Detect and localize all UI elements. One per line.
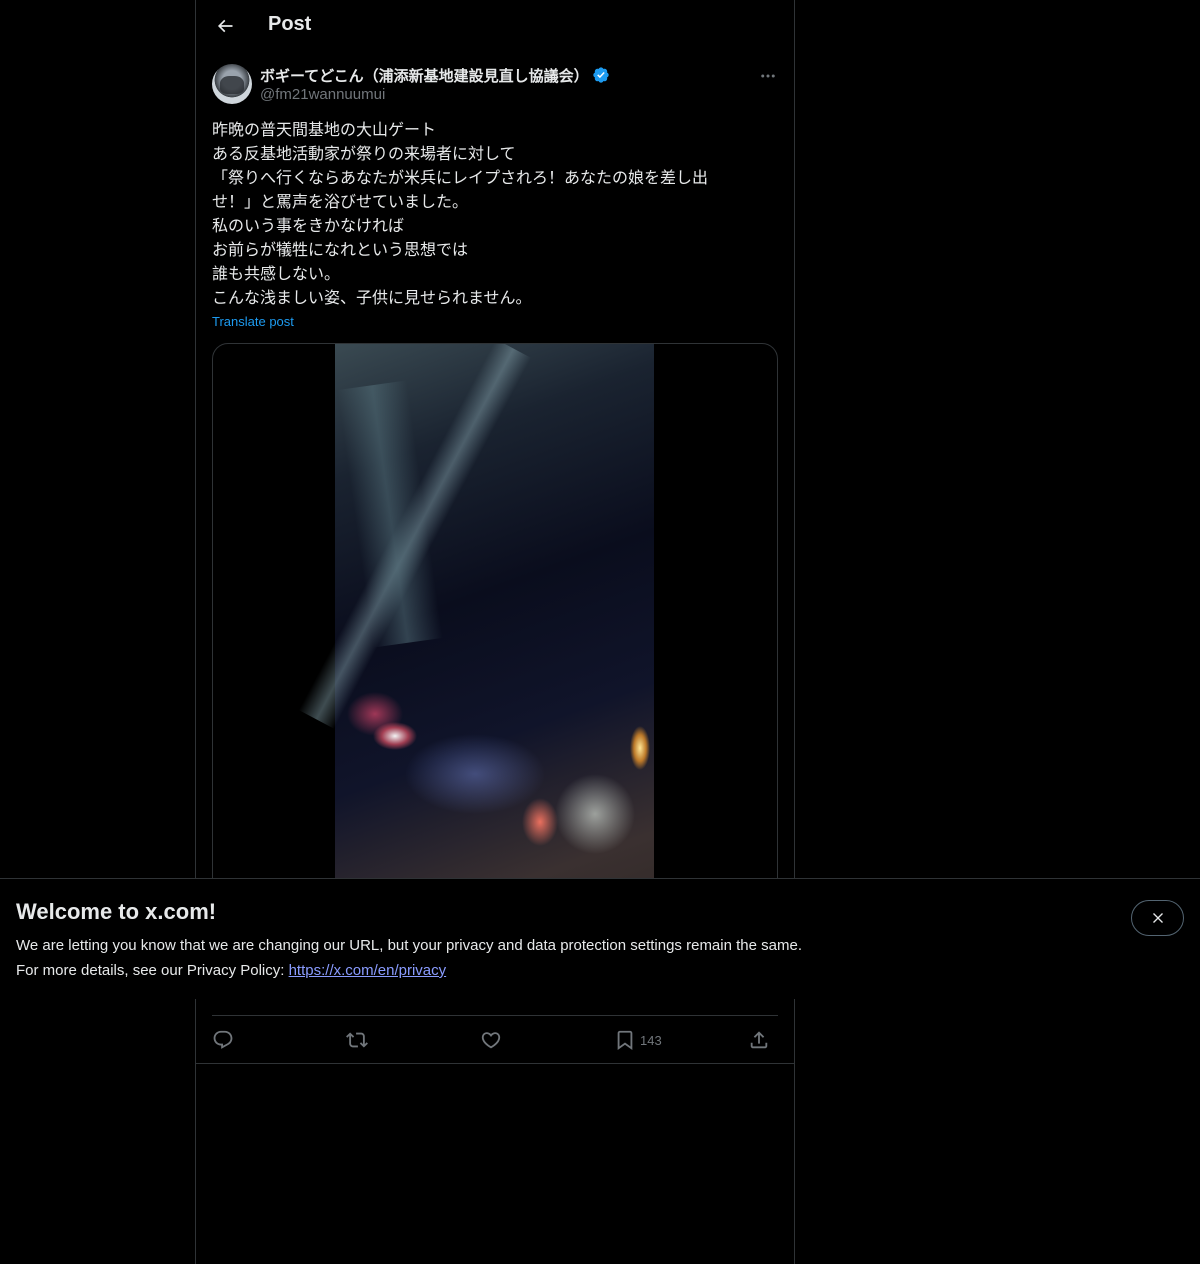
back-button[interactable] [208,9,242,43]
bookmark-button[interactable]: 143 [614,1026,662,1054]
more-options-button[interactable] [756,64,780,88]
page-header: Post [196,0,794,53]
author-display-name[interactable]: ボギーてどこん（浦添新基地建設見直し協議会） [260,65,589,86]
post-text-line: こんな浅ましい姿、子供に見せられません。 [212,288,532,307]
bookmark-icon [617,1030,633,1051]
share-button[interactable] [748,1026,770,1054]
post-text: 昨晩の普天間基地の大山ゲート ある反基地活動家が祭りの来場者に対して 「祭りへ行… [212,118,780,310]
close-icon [1152,913,1163,923]
post-column: Post ボギーてどこん（浦添新基地建設見直し協議会） @fm21wannuum… [195,0,795,1264]
banner-privacy-line: For more details, see our Privacy Policy… [16,962,446,979]
page-title: Post [268,13,312,35]
avatar[interactable] [212,64,252,104]
banner-title: Welcome to x.com! [16,899,217,924]
divider [196,1063,794,1064]
arrow-left-icon [217,19,233,33]
banner-message: We are letting you know that we are chan… [16,937,802,954]
more-dots-icon [761,74,775,78]
translate-post-link[interactable]: Translate post [212,314,294,329]
post-text-line: 昨晩の普天間基地の大山ゲート [212,120,437,139]
repost-icon [346,1032,368,1048]
author-handle[interactable]: @fm21wannuumui [260,86,385,103]
post-text-line: 「祭りへ行くならあなたが米兵にレイプされろ！あなたの娘を差し出 [212,168,709,187]
banner-privacy-text: For more details, see our Privacy Policy… [16,962,289,979]
like-icon [481,1032,501,1049]
verified-badge-icon [593,67,609,83]
reply-button[interactable] [212,1026,234,1054]
reply-icon [213,1030,233,1049]
post-text-line: せ！」と罵声を浴びせていました。 [212,192,469,211]
post-text-line: 誰も共感しない。 [212,264,341,283]
bookmark-count: 143 [640,1032,662,1048]
post-text-line: 私のいう事をきかなければ [212,216,405,235]
post-text-line: お前らが犠牲になれという思想では [212,240,469,259]
post-author: ボギーてどこん（浦添新基地建設見直し協議会） @fm21wannuumui [212,64,780,108]
repost-button[interactable] [346,1026,368,1054]
post-text-line: ある反基地活動家が祭りの来場者に対して [212,144,516,163]
welcome-banner: Welcome to x.com! We are letting you kno… [0,878,1200,999]
banner-close-button[interactable] [1131,900,1184,936]
privacy-policy-link[interactable]: https://x.com/en/privacy [289,962,447,979]
post-actions: 143 [212,1015,778,1063]
share-icon [750,1031,768,1049]
like-button[interactable] [480,1026,502,1054]
